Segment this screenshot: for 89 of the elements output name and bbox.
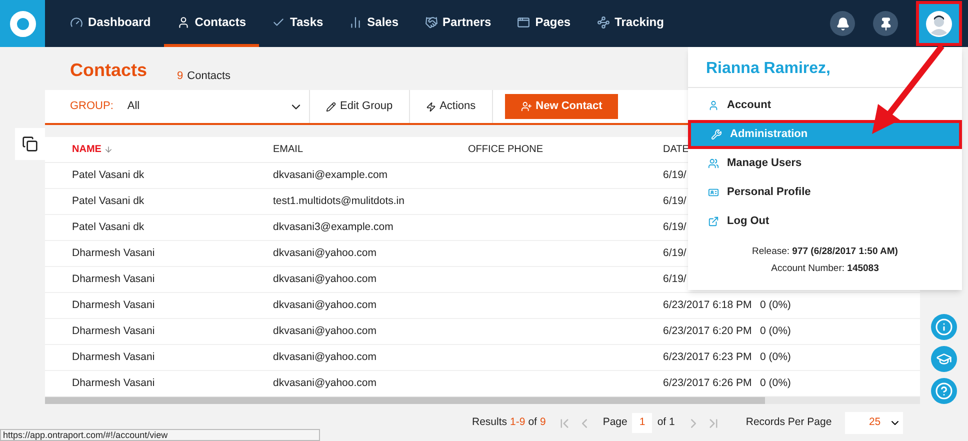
name-cell-text: Dharmesh Vasani [72, 324, 156, 339]
records-per-page-select[interactable]: 25 [844, 412, 903, 434]
name-cell-text: Dharmesh Vasani [72, 246, 156, 261]
name-cell-text: Patel Vasani dk [72, 168, 146, 183]
pin-icon[interactable] [873, 11, 898, 36]
table-row[interactable]: Dharmesh Vasani dkvasani@yahoo.com 6/23/2017 6:23 PM 0 (0%) [45, 345, 920, 371]
nav-tab[interactable]: Tracking [584, 0, 677, 47]
table-row[interactable]: Dharmesh Vasani dkvasani@yahoo.com 6/23/2017 6:20 PM 0 (0%) [45, 319, 920, 345]
count-cell-text: 0 (0%) [760, 376, 791, 391]
copy-icon[interactable] [15, 128, 45, 160]
name-cell-text: Patel Vasani dk [72, 194, 146, 209]
results-text: Results 1-9 of 9 [472, 415, 546, 430]
name-cell-text: Patel Vasani dk [72, 220, 146, 235]
group-label: GROUP: [70, 99, 114, 114]
wrench-icon [711, 129, 722, 140]
nav-tab[interactable]: Pages [504, 0, 584, 47]
page-input[interactable]: 1 [632, 413, 652, 433]
email-cell-text: dkvasani@yahoo.com [273, 324, 378, 339]
column-header[interactable]: NAME [72, 142, 273, 157]
bell-icon[interactable] [830, 11, 855, 36]
date-cell-text: 6/19/ [663, 194, 686, 209]
bar-chart-icon [349, 16, 362, 28]
email-cell-text: dkvasani@yahoo.com [273, 272, 378, 287]
gauge-icon [70, 16, 83, 28]
avatar-button[interactable] [916, 1, 962, 46]
nav-tab[interactable]: Partners [412, 0, 504, 47]
status-url-tooltip: https://app.ontraport.com/#!/account/view [0, 429, 320, 441]
page-count: of 1 [657, 415, 675, 430]
email-cell-text: dkvasani@yahoo.com [273, 246, 378, 261]
window-icon [517, 16, 530, 28]
count-cell-text: 0 (0%) [760, 324, 791, 339]
scrollbar-thumb[interactable] [45, 397, 765, 404]
name-cell-text: Dharmesh Vasani [72, 272, 156, 287]
column-header[interactable]: DATE [663, 142, 689, 157]
group-select[interactable]: All [127, 98, 309, 115]
lightning-icon [426, 102, 436, 112]
count-cell-text: 0 (0%) [760, 350, 791, 365]
people-icon [708, 158, 719, 169]
new-contact-button[interactable]: New Contact [504, 94, 618, 119]
add-person-icon [520, 101, 532, 112]
count-cell-text: 0 (0%) [760, 298, 791, 313]
release-text: Release: 977 (6/28/2017 1:50 AM) [752, 244, 898, 258]
page-label: Page [602, 415, 628, 430]
graduation-cap-icon[interactable] [931, 346, 957, 372]
person-icon [176, 16, 190, 28]
user-name: Rianna Ramirez, [688, 47, 962, 88]
date-cell-text: 6/19/ [663, 220, 686, 235]
avatar-icon [926, 10, 952, 36]
nav-tab[interactable]: Sales [336, 0, 412, 47]
date-cell-text: 6/23/2017 6:20 PM [663, 324, 753, 339]
date-cell-text: 6/23/2017 6:23 PM [663, 350, 753, 365]
nav-tab[interactable]: Contacts [164, 0, 260, 47]
page-title: Contacts [70, 59, 148, 82]
records-per-page-label: Records Per Page [746, 415, 832, 430]
check-icon [272, 16, 286, 28]
date-cell-text: 6/23/2017 6:26 PM [663, 376, 753, 391]
edit-group-button[interactable]: Edit Group [310, 90, 410, 123]
route-icon [596, 16, 610, 28]
id-card-icon [708, 187, 719, 198]
info-icon[interactable] [931, 314, 957, 340]
person-icon [708, 100, 719, 111]
contact-count-label: Contacts [187, 68, 231, 84]
sort-arrow-icon [104, 145, 114, 154]
email-cell-text: dkvasani@yahoo.com [273, 376, 378, 391]
date-cell-text: 6/19/ [663, 168, 686, 183]
pencil-icon [326, 102, 336, 112]
date-cell-text: 6/23/2017 6:18 PM [663, 298, 753, 313]
name-cell-text: Dharmesh Vasani [72, 298, 156, 313]
handshake-icon [424, 16, 438, 28]
table-row[interactable]: Dharmesh Vasani dkvasani@yahoo.com 6/23/2017 6:18 PM 0 (0%) [45, 293, 920, 319]
email-cell-text: dkvasani@yahoo.com [273, 350, 378, 365]
contact-count: 9 [177, 68, 184, 84]
nav-tab[interactable]: Tasks [259, 0, 336, 47]
nav-tab[interactable]: Dashboard [57, 0, 164, 47]
help-icon[interactable] [931, 378, 957, 404]
logo[interactable] [0, 0, 45, 47]
date-cell-text: 6/19/ [663, 272, 686, 287]
email-cell-text: dkvasani@example.com [273, 168, 389, 183]
menu-item[interactable]: Account [688, 91, 962, 120]
email-cell-text: test1.multidots@mulitdots.in [273, 194, 406, 209]
name-cell-text: Dharmesh Vasani [72, 376, 156, 391]
actions-button[interactable]: Actions [410, 90, 493, 123]
column-header[interactable]: EMAIL [273, 142, 468, 157]
email-cell-text: dkvasani3@example.com [273, 220, 394, 235]
date-cell-text: 6/19/ [663, 246, 686, 261]
email-cell-text: dkvasani@yahoo.com [273, 298, 378, 313]
external-link-icon [708, 216, 719, 227]
column-header[interactable]: OFFICE PHONE [468, 142, 663, 157]
name-cell-text: Dharmesh Vasani [72, 350, 156, 365]
